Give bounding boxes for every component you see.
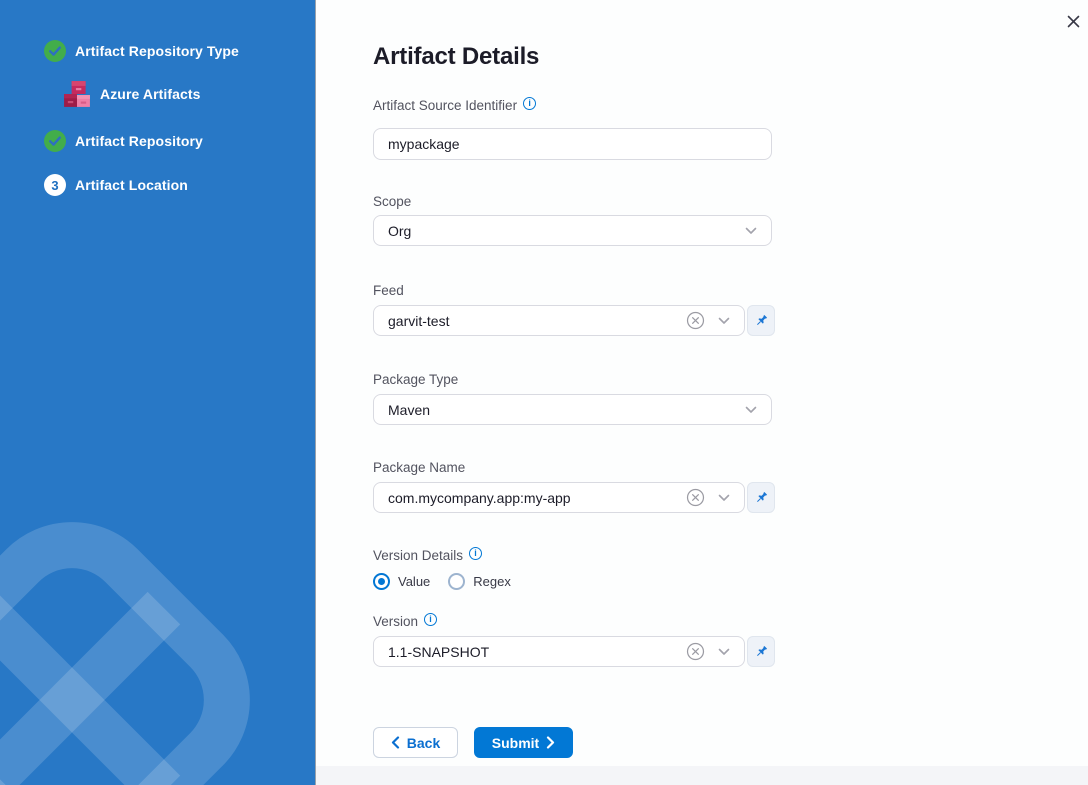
step-label: Artifact Location bbox=[75, 177, 188, 193]
version-combobox[interactable]: 1.1-SNAPSHOT bbox=[373, 636, 745, 667]
check-circle-icon bbox=[44, 130, 66, 152]
artifact-source-wizard: Artifact Repository Type Azure Artifacts bbox=[0, 0, 1088, 785]
back-chevron-icon bbox=[391, 736, 400, 749]
feed-value: garvit-test bbox=[388, 313, 449, 329]
panel-footer-strip bbox=[316, 766, 1088, 785]
pin-icon[interactable] bbox=[747, 305, 775, 336]
feed-label: Feed bbox=[373, 283, 404, 298]
package-type-value: Maven bbox=[388, 402, 430, 418]
pin-icon[interactable] bbox=[747, 636, 775, 667]
scope-value: Org bbox=[388, 223, 411, 239]
sidebar-step-artifact-repository-type[interactable]: Artifact Repository Type bbox=[44, 40, 239, 62]
radio-unselected-icon bbox=[448, 573, 465, 590]
radio-label: Regex bbox=[473, 574, 511, 589]
info-icon[interactable]: i bbox=[469, 547, 482, 560]
identifier-input[interactable] bbox=[373, 128, 772, 160]
submit-button[interactable]: Submit bbox=[474, 727, 573, 758]
radio-selected-icon bbox=[373, 573, 390, 590]
wizard-steps-sidebar: Artifact Repository Type Azure Artifacts bbox=[0, 0, 316, 785]
version-label: Version i bbox=[373, 614, 437, 629]
identifier-label: Artifact Source Identifier i bbox=[373, 98, 536, 113]
close-icon[interactable] bbox=[1058, 6, 1088, 36]
step-label: Artifact Repository Type bbox=[75, 43, 239, 59]
scope-select[interactable]: Org bbox=[373, 215, 772, 246]
chevron-down-icon[interactable] bbox=[718, 494, 730, 502]
version-details-label: Version Details i bbox=[373, 548, 482, 563]
radio-option-regex[interactable]: Regex bbox=[448, 573, 511, 590]
feed-combobox[interactable]: garvit-test bbox=[373, 305, 745, 336]
info-icon[interactable]: i bbox=[523, 97, 536, 110]
sidebar-step-artifact-location[interactable]: 3 Artifact Location bbox=[44, 174, 188, 196]
version-value: 1.1-SNAPSHOT bbox=[388, 644, 489, 660]
chevron-down-icon[interactable] bbox=[745, 227, 757, 235]
radio-label: Value bbox=[398, 574, 430, 589]
package-name-value: com.mycompany.app:my-app bbox=[388, 490, 571, 506]
package-name-combobox[interactable]: com.mycompany.app:my-app bbox=[373, 482, 745, 513]
azure-artifacts-icon bbox=[63, 80, 91, 108]
package-name-label: Package Name bbox=[373, 460, 465, 475]
page-title: Artifact Details bbox=[373, 43, 539, 71]
harness-watermark bbox=[0, 0, 316, 785]
scope-label: Scope bbox=[373, 194, 411, 209]
info-icon[interactable]: i bbox=[424, 613, 437, 626]
version-details-radio-group: Value Regex bbox=[373, 573, 511, 590]
submit-chevron-icon bbox=[546, 736, 555, 749]
sidebar-step-artifact-repository[interactable]: Artifact Repository bbox=[44, 130, 203, 152]
radio-option-value[interactable]: Value bbox=[373, 573, 430, 590]
step-label: Artifact Repository bbox=[75, 133, 203, 149]
clear-icon[interactable] bbox=[686, 311, 705, 330]
package-type-label: Package Type bbox=[373, 372, 458, 387]
clear-icon[interactable] bbox=[686, 642, 705, 661]
sidebar-substep-azure-artifacts[interactable]: Azure Artifacts bbox=[63, 80, 201, 108]
package-type-select[interactable]: Maven bbox=[373, 394, 772, 425]
chevron-down-icon[interactable] bbox=[718, 648, 730, 656]
substep-label: Azure Artifacts bbox=[100, 86, 201, 102]
chevron-down-icon[interactable] bbox=[718, 317, 730, 325]
pin-icon[interactable] bbox=[747, 482, 775, 513]
check-circle-icon bbox=[44, 40, 66, 62]
step-number-badge: 3 bbox=[44, 174, 66, 196]
clear-icon[interactable] bbox=[686, 488, 705, 507]
chevron-down-icon[interactable] bbox=[745, 406, 757, 414]
artifact-details-panel: Artifact Details Artifact Source Identif… bbox=[316, 0, 1088, 785]
back-button[interactable]: Back bbox=[373, 727, 458, 758]
